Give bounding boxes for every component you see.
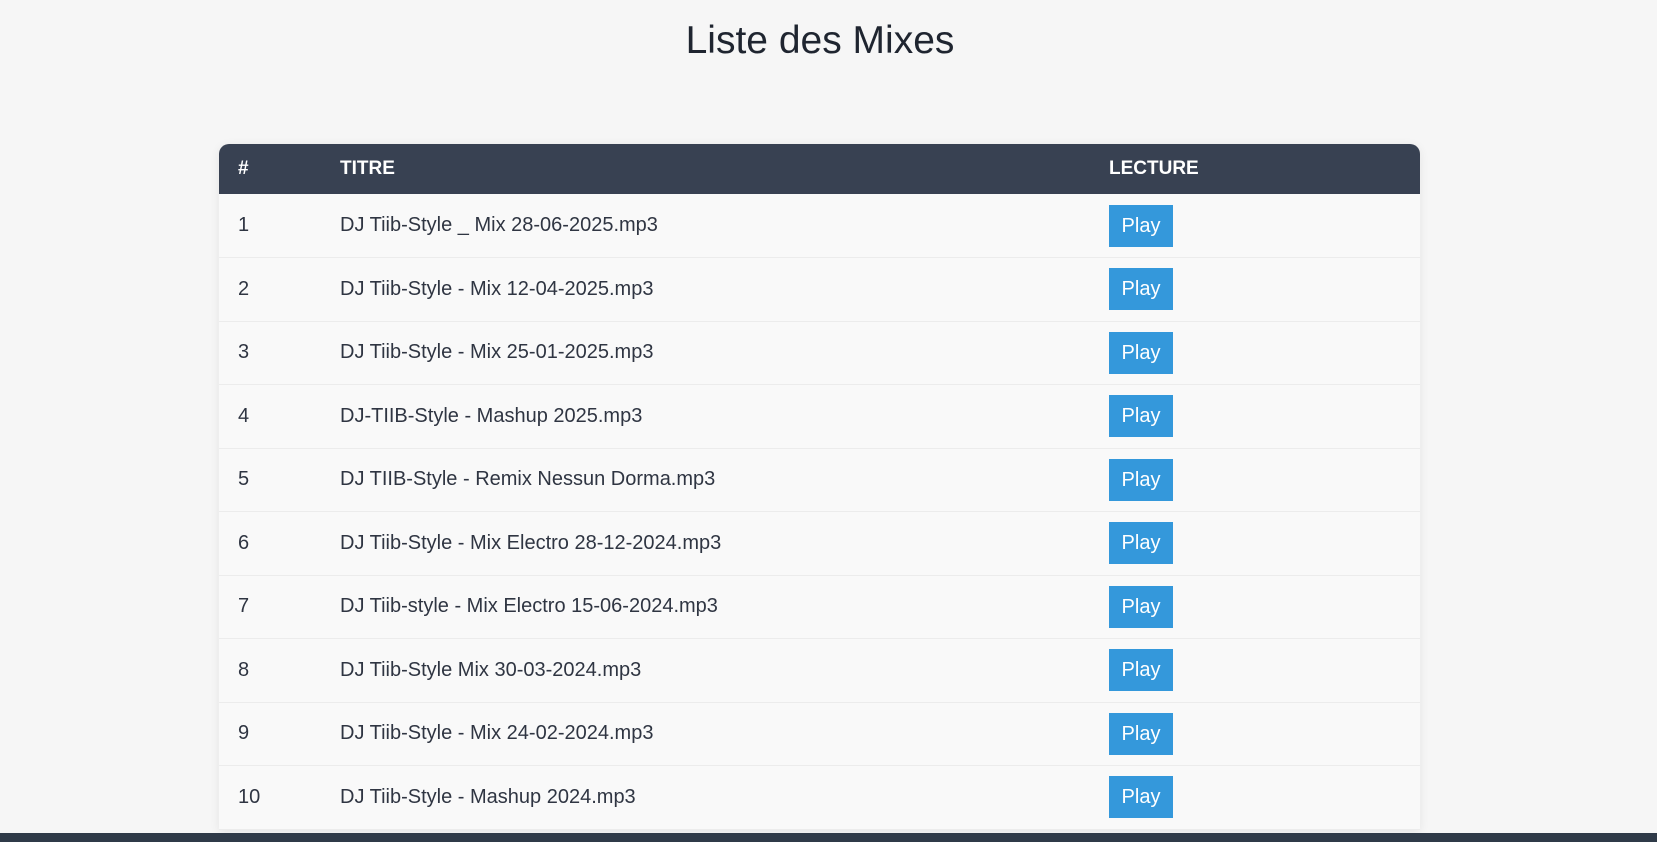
table-header-row: # TITRE LECTURE	[219, 144, 1420, 194]
row-num: 5	[238, 468, 250, 491]
row-title: DJ Tiib-Style - Mix Electro 28-12-2024.m…	[340, 531, 722, 554]
row-num: 9	[238, 722, 250, 745]
table-row: 8 DJ Tiib-Style Mix 30-03-2024.mp3 Play	[219, 639, 1420, 702]
row-num: 3	[238, 341, 250, 364]
row-title: DJ Tiib-Style - Mix 25-01-2025.mp3	[340, 341, 654, 364]
row-title: DJ-TIIB-Style - Mashup 2025.mp3	[340, 404, 643, 427]
mix-table-card: # TITRE LECTURE 1 DJ Tiib-Style _ Mix 28…	[219, 144, 1420, 830]
play-button[interactable]: Play	[1109, 712, 1173, 755]
table-row: 9 DJ Tiib-Style - Mix 24-02-2024.mp3 Pla…	[219, 702, 1420, 766]
play-button[interactable]: Play	[1109, 268, 1173, 311]
row-title: DJ Tiib-style - Mix Electro 15-06-2024.m…	[340, 595, 718, 618]
table-row: 10 DJ Tiib-Style - Mashup 2024.mp3 Play	[219, 766, 1420, 829]
page: Liste des Mixes # TITRE LECTURE 1 DJ Tii…	[0, 0, 1657, 842]
row-title: DJ Tiib-Style - Mix 24-02-2024.mp3	[340, 722, 654, 745]
table-header: # TITRE LECTURE	[219, 144, 1420, 194]
header-title: TITRE	[340, 158, 395, 179]
row-title: DJ Tiib-Style _ Mix 28-06-2025.mp3	[340, 214, 658, 236]
table-row: 7 DJ Tiib-style - Mix Electro 15-06-2024…	[219, 575, 1420, 639]
row-num: 4	[238, 404, 250, 427]
row-title: DJ Tiib-Style Mix 30-03-2024.mp3	[340, 658, 642, 681]
row-num: 7	[238, 595, 250, 618]
play-button[interactable]: Play	[1109, 649, 1173, 692]
table-row: 2 DJ Tiib-Style - Mix 12-04-2025.mp3 Pla…	[219, 258, 1420, 321]
row-num: 1	[238, 214, 250, 236]
table-row: 4 DJ-TIIB-Style - Mashup 2025.mp3 Play	[219, 385, 1420, 448]
table-body: 1 DJ Tiib-Style _ Mix 28-06-2025.mp3 Pla…	[219, 194, 1420, 829]
table-row: 6 DJ Tiib-Style - Mix Electro 28-12-2024…	[219, 512, 1420, 575]
row-title: DJ Tiib-Style - Mashup 2024.mp3	[340, 785, 636, 808]
play-button[interactable]: Play	[1109, 776, 1173, 819]
mix-table: # TITRE LECTURE 1 DJ Tiib-Style _ Mix 28…	[219, 144, 1420, 830]
table-row: 1 DJ Tiib-Style _ Mix 28-06-2025.mp3 Pla…	[219, 194, 1420, 258]
bottom-player-bar	[0, 833, 1657, 842]
row-num: 2	[238, 277, 250, 300]
row-title: DJ TIIB-Style - Remix Nessun Dorma.mp3	[340, 468, 716, 491]
play-button[interactable]: Play	[1109, 331, 1173, 374]
row-num: 8	[238, 658, 250, 681]
page-title: Liste des Mixes	[685, 19, 955, 62]
row-num: 6	[238, 531, 250, 554]
play-button[interactable]: Play	[1109, 585, 1173, 628]
play-button[interactable]: Play	[1109, 522, 1173, 565]
table-row: 5 DJ TIIB-Style - Remix Nessun Dorma.mp3…	[219, 448, 1420, 512]
play-button[interactable]: Play	[1109, 395, 1173, 438]
header-play: LECTURE	[1109, 158, 1199, 179]
play-button[interactable]: Play	[1109, 458, 1173, 501]
row-title: DJ Tiib-Style - Mix 12-04-2025.mp3	[340, 277, 654, 300]
row-num: 10	[238, 785, 261, 808]
play-button[interactable]: Play	[1109, 204, 1173, 247]
table-row: 3 DJ Tiib-Style - Mix 25-01-2025.mp3 Pla…	[219, 321, 1420, 385]
header-num: #	[238, 158, 249, 179]
